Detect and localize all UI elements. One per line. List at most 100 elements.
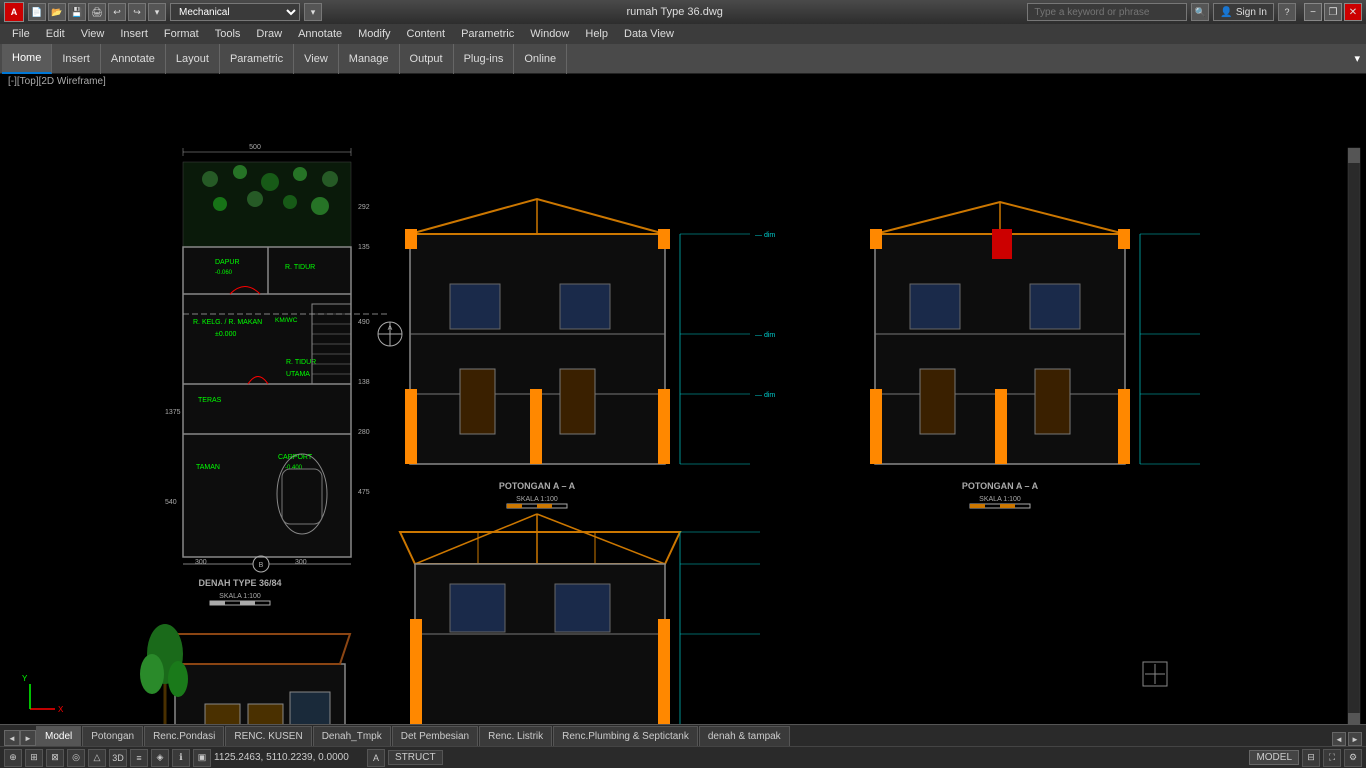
menu-view[interactable]: View [73,24,113,44]
open-icon[interactable]: 📂 [48,3,66,21]
svg-text:UTAMA: UTAMA [286,371,310,378]
lineweight-icon[interactable]: ≡ [130,749,148,767]
more-icon[interactable]: ▾ [148,3,166,21]
workspace-select[interactable]: Mechanical [170,3,300,21]
svg-text:540: 540 [165,499,177,506]
app-icon-label: A [11,7,18,17]
menu-annotate[interactable]: Annotate [290,24,350,44]
tab-model[interactable]: Model [36,726,81,746]
tab-scroll-left[interactable]: ◄ [4,730,20,746]
viewport-label: [-][Top][2D Wireframe] [8,76,106,87]
search-icon[interactable]: 🔍 [1191,3,1209,21]
tab-bar: ◄ ► Model Potongan Renc.Pondasi RENC. KU… [0,724,1366,746]
cad-viewport[interactable]: DAPUR -0.060 R. TIDUR R. KELG. / R. MAKA… [0,74,1366,724]
status-bar: ⊕ ⊞ ⊠ ◎ △ 3D ≡ ◈ ℹ ▣ 1125.2463, 5110.223… [0,746,1366,768]
menu-help[interactable]: Help [577,24,616,44]
quick-access-toolbar: 📄 📂 💾 🖨 ↩ ↪ ▾ [28,3,166,21]
svg-text:— dim: — dim [755,392,775,399]
svg-text:R. TIDUR: R. TIDUR [285,264,315,271]
tab-parametric[interactable]: Parametric [220,44,294,74]
tab-scroll-end[interactable]: ◄ [1332,732,1346,746]
tab-denah-tampak[interactable]: denah & tampak [699,726,790,746]
save-icon[interactable]: 💾 [68,3,86,21]
tab-det-pembesian[interactable]: Det Pembesian [392,726,478,746]
tab-output[interactable]: Output [400,44,454,74]
tab-scroll-end2[interactable]: ► [1348,732,1362,746]
info-icon[interactable]: ? [1278,3,1296,21]
undo-icon[interactable]: ↩ [108,3,126,21]
minimize-button[interactable]: − [1304,3,1322,21]
restore-button[interactable]: ❐ [1324,3,1342,21]
menu-content[interactable]: Content [399,24,454,44]
tab-potongan[interactable]: Potongan [82,726,143,746]
svg-text:280: 280 [358,429,370,436]
menu-edit[interactable]: Edit [38,24,73,44]
redo-icon[interactable]: ↪ [128,3,146,21]
quick-props-icon[interactable]: ℹ [172,749,190,767]
menu-format[interactable]: Format [156,24,207,44]
polar-icon[interactable]: ◎ [67,749,85,767]
close-button[interactable]: ✕ [1344,3,1362,21]
menu-dataview[interactable]: Data View [616,24,682,44]
tab-renc-listrik[interactable]: Renc. Listrik [479,726,552,746]
tab-view[interactable]: View [294,44,339,74]
tab-online[interactable]: Online [514,44,567,74]
tab-manage[interactable]: Manage [339,44,400,74]
svg-text:R. KELG. / R. MAKAN: R. KELG. / R. MAKAN [193,319,262,326]
struct-button[interactable]: STRUCT [388,750,443,765]
menu-modify[interactable]: Modify [350,24,398,44]
tab-layout[interactable]: Layout [166,44,220,74]
menu-tools[interactable]: Tools [207,24,249,44]
window-controls: − ❐ ✕ [1304,3,1362,21]
svg-text:±0.000: ±0.000 [215,331,236,338]
annotation-scale-icon[interactable]: A [367,749,385,767]
3d-icon[interactable]: 3D [109,749,127,767]
menu-window[interactable]: Window [522,24,577,44]
tab-renc-kusen[interactable]: RENC. KUSEN [225,726,311,746]
settings-icon[interactable]: ⚙ [1344,749,1362,767]
osnap-icon[interactable]: △ [88,749,106,767]
tab-scroll-right[interactable]: ► [20,730,36,746]
viewport-icon[interactable]: ⊟ [1302,749,1320,767]
tab-annotate[interactable]: Annotate [101,44,166,74]
tab-denah-tmpk[interactable]: Denah_Tmpk [313,726,391,746]
svg-text:490: 490 [358,319,370,326]
workspace-dropdown-icon[interactable]: ▾ [304,3,322,21]
ribbon-extra[interactable]: ▾ [1354,52,1364,65]
keyword-search-input[interactable] [1027,3,1187,21]
sign-in-button[interactable]: 👤 Sign In [1213,3,1274,21]
ortho-icon[interactable]: ⊠ [46,749,64,767]
new-icon[interactable]: 📄 [28,3,46,21]
svg-text:135: 135 [358,244,370,251]
menu-insert[interactable]: Insert [112,24,156,44]
select-icon[interactable]: ▣ [193,749,211,767]
svg-text:— dim: — dim [755,332,775,339]
tab-home[interactable]: Home [2,44,52,74]
svg-text:SKALA 1:100: SKALA 1:100 [979,496,1021,503]
svg-text:— dim: — dim [755,232,775,239]
tab-renc-plumbing[interactable]: Renc.Plumbing & Septictank [553,726,698,746]
fullscreen-icon[interactable]: ⛶ [1323,749,1341,767]
menu-parametric[interactable]: Parametric [453,24,522,44]
menu-bar: File Edit View Insert Format Tools Draw … [0,24,1366,44]
user-icon: 👤 [1220,7,1232,18]
svg-text:300: 300 [195,559,207,566]
ribbon: Home Insert Annotate Layout Parametric V… [0,44,1366,74]
svg-text:POTONGAN A – A: POTONGAN A – A [962,481,1039,491]
svg-text:1375: 1375 [165,409,181,416]
print-icon[interactable]: 🖨 [88,3,106,21]
tab-plugins[interactable]: Plug-ins [454,44,515,74]
cad-drawing: DAPUR -0.060 R. TIDUR R. KELG. / R. MAKA… [0,74,1366,724]
menu-draw[interactable]: Draw [248,24,290,44]
grid-icon[interactable]: ⊞ [25,749,43,767]
snap-icon[interactable]: ⊕ [4,749,22,767]
tab-insert[interactable]: Insert [52,44,101,74]
svg-text:DENAH TYPE 36/84: DENAH TYPE 36/84 [198,578,281,588]
svg-text:475: 475 [358,489,370,496]
svg-text:-0.060: -0.060 [215,270,233,276]
tab-scroll-area: ◄ ► [1332,732,1362,746]
tab-rencpondasi[interactable]: Renc.Pondasi [144,726,224,746]
app-icon[interactable]: A [4,2,24,22]
transparency-icon[interactable]: ◈ [151,749,169,767]
menu-file[interactable]: File [4,24,38,44]
